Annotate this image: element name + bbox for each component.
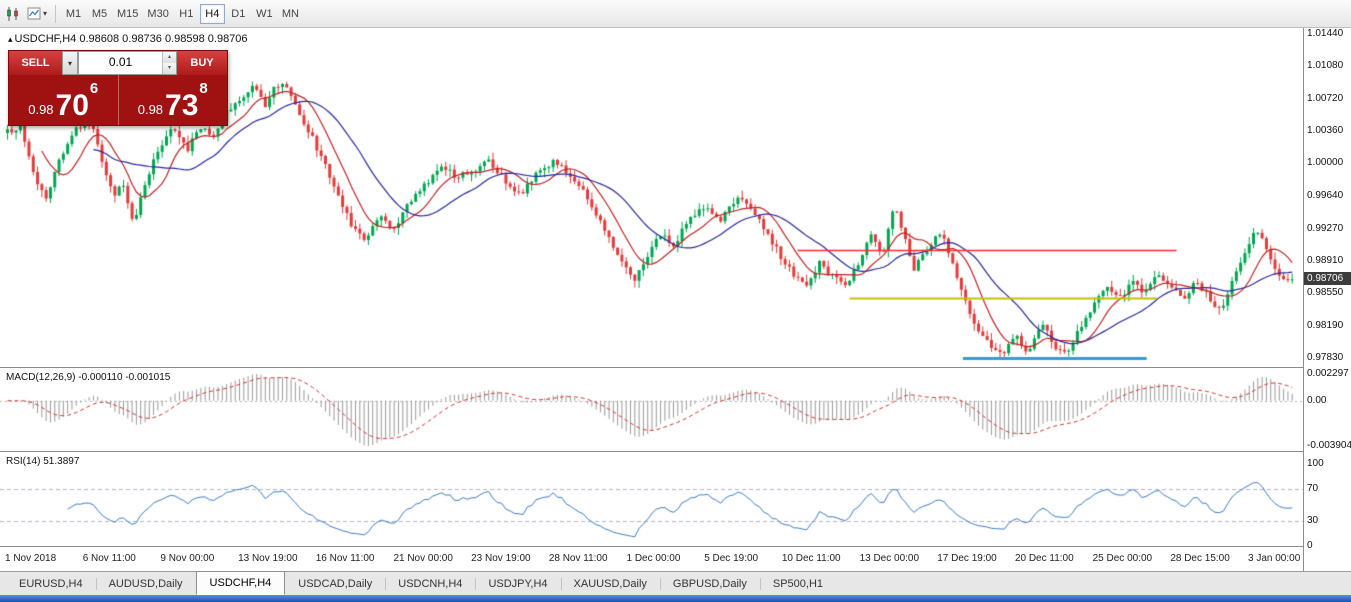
bid-price[interactable]: 0.98706 — [9, 75, 118, 125]
panel-divider[interactable] — [0, 451, 1351, 452]
bid-big-digits: 70 — [56, 91, 89, 121]
axis-tick: 0.002297 — [1307, 368, 1349, 379]
timeframe-m5[interactable]: M5 — [87, 4, 112, 24]
chart-area: ▴USDCHF,H4 0.98608 0.98736 0.98598 0.987… — [0, 28, 1351, 571]
timeframe-d1[interactable]: D1 — [226, 4, 251, 24]
caret-down-icon: ▾ — [68, 59, 72, 68]
timeframe-m30[interactable]: M30 — [143, 4, 172, 24]
axis-tick: 0 — [1307, 540, 1313, 551]
sell-button[interactable]: SELL — [9, 51, 62, 75]
ask-prefix: 0.98 — [138, 102, 163, 117]
volume-increase-button[interactable]: ▴ — [163, 52, 176, 63]
timeframe-mn[interactable]: MN — [278, 4, 303, 24]
axis-tick: 0.99270 — [1307, 223, 1343, 234]
chart-ohlc-values: 0.98608 0.98736 0.98598 0.98706 — [79, 33, 247, 45]
volume-value[interactable]: 0.01 — [79, 52, 162, 74]
volume-decrease-button[interactable]: ▾ — [163, 63, 176, 74]
current-price-badge: 0.98706 — [1304, 272, 1351, 285]
quote-row: 0.98706 0.98738 — [9, 75, 227, 125]
candlestick-glyph — [5, 6, 21, 22]
tab-usdcad-daily[interactable]: USDCAD,Daily — [285, 573, 385, 595]
ask-price[interactable]: 0.98738 — [118, 75, 228, 125]
tab-usdcnh-h4[interactable]: USDCNH,H4 — [385, 573, 475, 595]
macd-canvas[interactable] — [0, 368, 1303, 452]
trade-controls-row: SELL ▾ 0.01 ▴ ▾ BUY — [9, 51, 227, 75]
tab-usdjpy-h4[interactable]: USDJPY,H4 — [475, 573, 560, 595]
timeframe-w1[interactable]: W1 — [252, 4, 277, 24]
volume-dropdown-button[interactable]: ▾ — [62, 51, 78, 75]
time-tick: 10 Dec 11:00 — [782, 553, 841, 564]
axis-tick: 1.00000 — [1307, 157, 1343, 168]
candlestick-chart-icon[interactable] — [2, 3, 24, 25]
time-tick: 5 Dec 19:00 — [704, 553, 758, 564]
timeframe-m1[interactable]: M1 — [61, 4, 86, 24]
volume-input[interactable]: 0.01 ▴ ▾ — [78, 51, 177, 75]
time-tick: 6 Nov 11:00 — [83, 553, 136, 564]
tab-eurusd-h4[interactable]: EURUSD,H4 — [6, 573, 96, 595]
time-tick: 28 Dec 15:00 — [1170, 553, 1230, 564]
time-tick: 13 Nov 19:00 — [238, 553, 298, 564]
chart-glyph — [27, 6, 42, 21]
time-tick: 21 Nov 00:00 — [393, 553, 453, 564]
tab-gbpusd-daily[interactable]: GBPUSD,Daily — [660, 573, 760, 595]
time-tick: 23 Nov 19:00 — [471, 553, 531, 564]
buy-button[interactable]: BUY — [177, 51, 227, 75]
caret-down-icon: ▾ — [43, 9, 47, 18]
axis-tick: 0.00 — [1307, 395, 1326, 406]
timeframe-h4[interactable]: H4 — [200, 4, 225, 24]
tab-usdchf-h4[interactable]: USDCHF,H4 — [196, 571, 286, 595]
time-tick: 3 Jan 00:00 — [1248, 553, 1300, 564]
time-tick: 25 Dec 00:00 — [1093, 553, 1153, 564]
ask-pip-digit: 8 — [199, 80, 207, 97]
macd-label: MACD(12,26,9) -0.000110 -0.001015 — [6, 372, 170, 383]
time-tick: 9 Nov 00:00 — [160, 553, 214, 564]
chart-tabs: EURUSD,H4AUDUSD,DailyUSDCHF,H4USDCAD,Dai… — [0, 571, 1351, 595]
time-tick: 28 Nov 11:00 — [549, 553, 608, 564]
time-tick: 16 Nov 11:00 — [316, 553, 375, 564]
axis-tick: 0.99640 — [1307, 190, 1343, 201]
mt4-window: ▾ M1M5M15M30H1H4D1W1MN ▴USDCHF,H4 0.9860… — [0, 0, 1351, 602]
tab-xauusd-daily[interactable]: XAUUSD,Daily — [561, 573, 660, 595]
chart-title: ▴USDCHF,H4 0.98608 0.98736 0.98598 0.987… — [8, 33, 248, 45]
time-tick: 20 Dec 11:00 — [1015, 553, 1074, 564]
time-tick: 17 Dec 19:00 — [937, 553, 997, 564]
chart-symbol-label: USDCHF,H4 — [15, 33, 77, 45]
status-bar — [0, 595, 1351, 602]
time-tick: 1 Nov 2018 — [5, 553, 56, 564]
tab-sp500-h1[interactable]: SP500,H1 — [760, 573, 836, 595]
axis-tick: 1.01080 — [1307, 60, 1343, 71]
axis-tick: 70 — [1307, 483, 1318, 494]
volume-stepper: ▴ ▾ — [162, 52, 176, 74]
axis-tick: 0.97830 — [1307, 352, 1343, 363]
collapse-arrow-icon[interactable]: ▴ — [8, 34, 13, 44]
time-tick: 1 Dec 00:00 — [627, 553, 681, 564]
axis-tick: 30 — [1307, 515, 1318, 526]
ask-big-digits: 73 — [165, 91, 198, 121]
axis-tick: 0.98910 — [1307, 255, 1343, 266]
timeframe-m15[interactable]: M15 — [113, 4, 142, 24]
bid-prefix: 0.98 — [28, 102, 53, 117]
axis-tick: 1.00720 — [1307, 93, 1343, 104]
axis-tick: 0.98550 — [1307, 287, 1343, 298]
chart-options-icon[interactable]: ▾ — [24, 3, 50, 25]
timeframe-buttons: M1M5M15M30H1H4D1W1MN — [61, 4, 303, 24]
rsi-label: RSI(14) 51.3897 — [6, 456, 79, 467]
one-click-trading-panel: SELL ▾ 0.01 ▴ ▾ BUY 0.98706 0.98738 — [8, 50, 228, 126]
bid-pip-digit: 6 — [90, 80, 98, 97]
axis-tick: 1.00360 — [1307, 125, 1343, 136]
axis-tick: 0.98190 — [1307, 320, 1343, 331]
toolbar: ▾ M1M5M15M30H1H4D1W1MN — [0, 0, 1351, 28]
axis-tick: 100 — [1307, 458, 1324, 469]
axis-tick: 1.01440 — [1307, 28, 1343, 39]
timeframe-h1[interactable]: H1 — [174, 4, 199, 24]
tab-audusd-daily[interactable]: AUDUSD,Daily — [96, 573, 196, 595]
price-axis[interactable]: 0.98706 1.01440 1.01080 1.00720 1.00360 1.00… — [1304, 28, 1351, 571]
axis-tick: -0.003904 — [1307, 440, 1351, 451]
time-tick: 13 Dec 00:00 — [860, 553, 920, 564]
time-axis[interactable]: 1 Nov 2018 6 Nov 11:00 9 Nov 00:00 13 Nov 1… — [0, 547, 1303, 571]
panel-divider[interactable] — [0, 367, 1351, 368]
rsi-canvas[interactable] — [0, 452, 1303, 547]
toolbar-separator — [55, 5, 56, 23]
